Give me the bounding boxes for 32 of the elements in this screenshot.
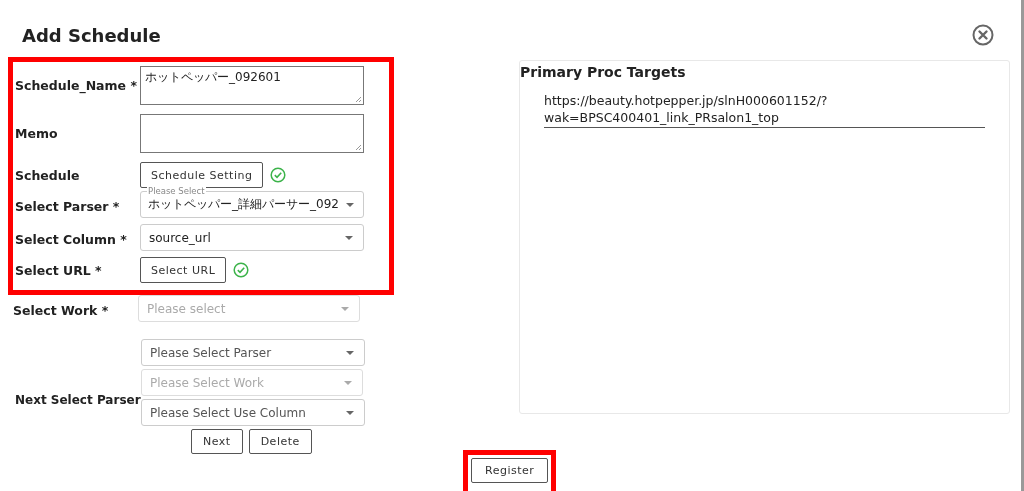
- floating-label: Please Select: [147, 186, 206, 196]
- action-button[interactable]: Select URL: [140, 257, 227, 283]
- close-icon[interactable]: [972, 24, 994, 46]
- target-url: https://beauty.hotpepper.jp/slnH000601152/?wak=BPSC400401_link_PRsalon1_top: [544, 92, 985, 128]
- select-dropdown[interactable]: Please Select ホットペッパー_詳細パーサー_092: [140, 185, 364, 218]
- caret-icon: [344, 380, 352, 385]
- field-label: Select Work *: [13, 302, 110, 318]
- select-dropdown[interactable]: source_url: [140, 224, 364, 251]
- caret-icon: [341, 306, 349, 311]
- resize-grip-icon[interactable]: [354, 143, 362, 151]
- action-button[interactable]: Delete: [248, 429, 312, 454]
- select-dropdown[interactable]: Please Select Use Column: [141, 399, 365, 426]
- field-label: Memo: [15, 126, 59, 141]
- caret-icon: [345, 235, 353, 240]
- panel-title: Primary Proc Targets: [520, 64, 687, 80]
- resize-grip-icon[interactable]: [354, 95, 362, 103]
- field-label: Schedule: [15, 167, 81, 183]
- field-label: Next Select Parser: [15, 392, 141, 407]
- caret-icon: [346, 350, 354, 355]
- caret-icon: [346, 410, 354, 415]
- text-area[interactable]: ホットペッパー_092601: [140, 66, 364, 105]
- text-area[interactable]: [140, 114, 364, 153]
- field-label: Select Parser *: [15, 198, 121, 214]
- action-button[interactable]: Schedule Setting: [140, 162, 264, 188]
- field-label: Select Column *: [15, 231, 128, 247]
- register-button[interactable]: Register: [471, 458, 549, 483]
- caret-icon: [346, 202, 354, 207]
- dialog-title: Add Schedule: [22, 24, 161, 46]
- select-dropdown[interactable]: Please Select Parser: [141, 339, 365, 366]
- field-label: Select URL *: [15, 262, 103, 278]
- field-label: Schedule_Name *: [15, 78, 138, 93]
- action-button[interactable]: Next: [191, 429, 243, 454]
